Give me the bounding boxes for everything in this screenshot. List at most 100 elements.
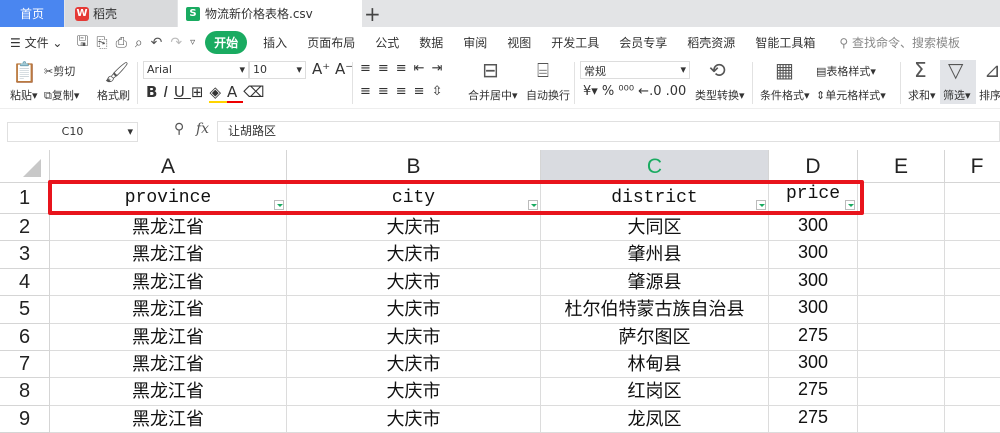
menu-insert[interactable]: 插入 bbox=[253, 34, 297, 51]
table-cell[interactable] bbox=[858, 214, 945, 242]
header-cell[interactable]: district bbox=[541, 183, 769, 214]
table-cell[interactable]: 大庆市 bbox=[287, 214, 541, 242]
row-header-4[interactable]: 4 bbox=[0, 268, 50, 297]
column-header-c[interactable]: C bbox=[541, 150, 769, 183]
column-header-b[interactable]: B bbox=[287, 150, 541, 183]
row-header-7[interactable]: 7 bbox=[0, 351, 50, 379]
header-cell[interactable]: price bbox=[769, 183, 858, 214]
table-cell[interactable]: 275 bbox=[769, 405, 858, 433]
table-cell[interactable]: 黑龙江省 bbox=[50, 268, 287, 297]
menu-member[interactable]: 会员专享 bbox=[609, 34, 677, 51]
merge-center-button[interactable]: 合并居中▾ bbox=[468, 87, 518, 103]
table-cell[interactable]: 黑龙江省 bbox=[50, 241, 287, 269]
increase-font-icon[interactable]: A⁺ A⁻ bbox=[312, 60, 353, 78]
header-cell[interactable]: province bbox=[50, 183, 287, 214]
table-cell[interactable]: 肇州县 bbox=[541, 241, 769, 269]
column-header-f[interactable]: F bbox=[945, 150, 1000, 183]
halign-icons[interactable]: ≡≡≡≡⇳ bbox=[360, 84, 449, 99]
more-dropdown-icon[interactable]: ▿ bbox=[186, 37, 199, 48]
font-size-select[interactable]: 10 ▾ bbox=[249, 61, 306, 79]
table-cell[interactable] bbox=[858, 241, 945, 269]
table-cell[interactable] bbox=[945, 378, 1000, 406]
filter-button[interactable]: ▽ 筛选▾ bbox=[940, 58, 976, 104]
table-cell[interactable] bbox=[858, 378, 945, 406]
column-header-a[interactable]: A bbox=[50, 150, 287, 183]
table-cell[interactable]: 龙凤区 bbox=[541, 405, 769, 433]
table-cell[interactable] bbox=[945, 269, 1000, 297]
table-cell[interactable] bbox=[945, 351, 1000, 379]
type-convert-button[interactable]: 类型转换▾ bbox=[695, 87, 745, 103]
table-cell[interactable]: 黑龙江省 bbox=[50, 214, 287, 242]
paste-button[interactable]: 粘贴▾ bbox=[10, 87, 38, 103]
print-preview-icon[interactable]: ⌕ bbox=[131, 35, 147, 51]
table-cell[interactable] bbox=[945, 296, 1000, 324]
table-cell[interactable]: 黑龙江省 bbox=[50, 296, 287, 324]
formula-input[interactable]: 让胡路区 bbox=[217, 121, 1000, 142]
table-cell[interactable]: 黑龙江省 bbox=[50, 378, 287, 406]
table-cell[interactable]: 300 bbox=[769, 214, 858, 242]
header-cell[interactable] bbox=[858, 183, 945, 214]
table-cell[interactable]: 300 bbox=[769, 296, 858, 324]
menu-start[interactable]: 开始 bbox=[205, 31, 248, 54]
undo-icon[interactable]: ↶ bbox=[147, 35, 167, 51]
name-box[interactable]: C10 ▾ bbox=[7, 122, 138, 142]
save-icon[interactable]: 🖫 bbox=[72, 31, 92, 55]
table-cell[interactable]: 林甸县 bbox=[541, 351, 769, 379]
tab-home[interactable]: 首页 bbox=[0, 0, 64, 27]
table-cell[interactable]: 大同区 bbox=[541, 214, 769, 242]
format-painter-button[interactable]: 格式刷 bbox=[97, 87, 130, 103]
cut-button[interactable]: ✂剪切 bbox=[44, 63, 75, 79]
table-cell[interactable]: 275 bbox=[769, 323, 858, 351]
spreadsheet-grid[interactable]: A B C D E F 1 province city district price 2 黑龙江省 大庆市… bbox=[0, 150, 1000, 433]
filter-dropdown-icon[interactable] bbox=[845, 200, 855, 210]
table-cell[interactable]: 大庆市 bbox=[287, 405, 541, 433]
row-header-2[interactable]: 2 bbox=[0, 214, 50, 242]
zoom-icon[interactable]: ⚲ bbox=[174, 121, 184, 137]
table-cell[interactable]: 大庆市 bbox=[287, 241, 541, 269]
redo-icon[interactable]: ↷ bbox=[166, 35, 186, 51]
menu-developer[interactable]: 开发工具 bbox=[541, 34, 609, 51]
wrap-text-button[interactable]: 自动换行 bbox=[526, 87, 570, 103]
command-search[interactable]: ⚲ 查找命令、搜索模板 bbox=[839, 34, 960, 51]
column-header-e[interactable]: E bbox=[858, 150, 945, 183]
row-header-8[interactable]: 8 bbox=[0, 378, 50, 406]
fx-icon[interactable]: fx bbox=[196, 121, 209, 137]
table-cell[interactable]: 肇源县 bbox=[541, 268, 769, 297]
table-cell[interactable] bbox=[858, 268, 945, 297]
row-header-5[interactable]: 5 bbox=[0, 296, 50, 324]
copy-button[interactable]: ⧉复制▾ bbox=[44, 87, 79, 103]
table-cell[interactable]: 红岗区 bbox=[541, 378, 769, 406]
table-cell[interactable] bbox=[945, 214, 1000, 242]
file-menu[interactable]: ☰ 文件 ⌄ bbox=[0, 34, 72, 51]
row-header-9[interactable]: 9 bbox=[0, 405, 50, 433]
align-icons[interactable]: ≡≡≡⇤⇥ bbox=[360, 61, 449, 76]
select-all-corner[interactable] bbox=[0, 150, 50, 183]
menu-smart-toolbox[interactable]: 智能工具箱 bbox=[745, 34, 825, 51]
tab-docer[interactable]: W 稻壳 bbox=[65, 0, 177, 27]
table-cell[interactable] bbox=[945, 241, 1000, 269]
cell-style-button[interactable]: ⇕单元格样式▾ bbox=[816, 87, 886, 103]
filter-dropdown-icon[interactable] bbox=[274, 200, 284, 210]
table-cell[interactable] bbox=[945, 406, 1000, 433]
print-icon[interactable]: ⎙ bbox=[112, 35, 131, 51]
filter-dropdown-icon[interactable] bbox=[528, 200, 538, 210]
table-cell[interactable]: 275 bbox=[769, 378, 858, 406]
menu-data[interactable]: 数据 bbox=[409, 34, 453, 51]
column-header-d[interactable]: D bbox=[769, 150, 858, 183]
table-cell[interactable]: 300 bbox=[769, 241, 858, 269]
row-header-1[interactable]: 1 bbox=[0, 183, 50, 214]
table-cell[interactable] bbox=[858, 296, 945, 324]
table-cell[interactable]: 黑龙江省 bbox=[50, 323, 287, 351]
table-cell[interactable] bbox=[858, 405, 945, 433]
table-cell[interactable] bbox=[858, 351, 945, 379]
header-cell[interactable]: city bbox=[287, 183, 541, 214]
table-cell[interactable]: 大庆市 bbox=[287, 296, 541, 324]
sort-button[interactable]: 排序 bbox=[979, 87, 1000, 103]
table-cell[interactable]: 大庆市 bbox=[287, 378, 541, 406]
tab-file[interactable]: S 物流新价格表格.csv bbox=[178, 0, 362, 27]
export-icon[interactable]: ⎘ bbox=[92, 35, 111, 51]
menu-docer-resources[interactable]: 稻壳资源 bbox=[677, 34, 745, 51]
table-cell[interactable]: 大庆市 bbox=[287, 323, 541, 351]
filter-dropdown-icon[interactable] bbox=[756, 200, 766, 210]
header-cell[interactable] bbox=[945, 183, 1000, 214]
